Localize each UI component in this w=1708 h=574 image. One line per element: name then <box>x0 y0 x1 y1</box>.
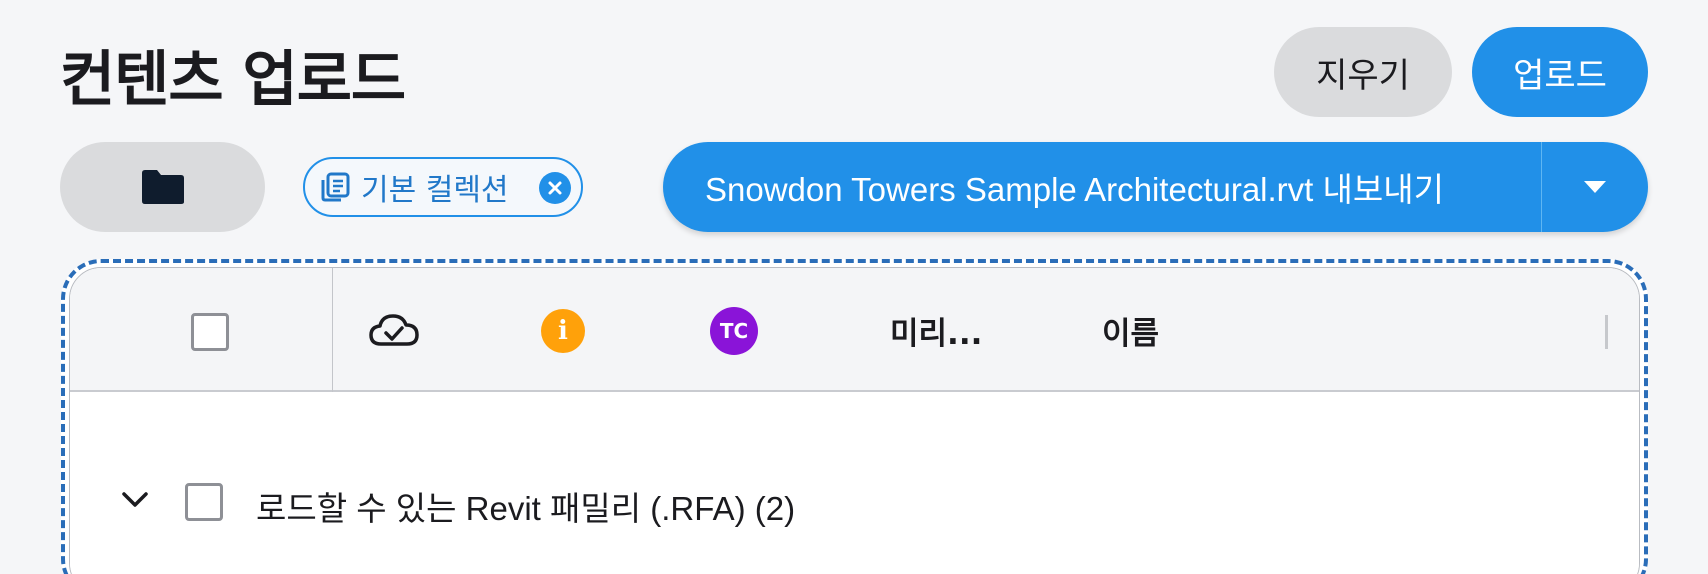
column-header-preview[interactable]: 미리... <box>890 308 982 353</box>
export-split-button: Snowdon Towers Sample Architectural.rvt … <box>663 142 1648 232</box>
select-all-checkbox[interactable] <box>191 313 229 351</box>
collection-icon <box>321 172 350 202</box>
page-title: 컨텐츠 업로드 <box>60 45 406 115</box>
cloud-check-icon[interactable] <box>367 308 421 356</box>
tc-badge-icon[interactable]: TC <box>710 307 758 355</box>
drop-zone[interactable]: i TC 미리... 이름 로드할 수 있는 Revit 패밀리 (.RFA) … <box>61 259 1648 574</box>
table-header: i TC 미리... 이름 <box>70 268 1639 392</box>
clear-button[interactable]: 지우기 <box>1274 27 1452 117</box>
column-divider <box>332 268 333 392</box>
chevron-down-icon[interactable] <box>120 490 150 514</box>
column-resize-handle[interactable] <box>1605 315 1608 349</box>
upload-button[interactable]: 업로드 <box>1472 27 1648 117</box>
group-checkbox[interactable] <box>185 483 223 521</box>
group-label: 로드할 수 있는 Revit 패밀리 (.RFA) (2) <box>256 490 796 527</box>
table-group-row[interactable]: 로드할 수 있는 Revit 패밀리 (.RFA) (2) <box>70 392 1639 574</box>
content-upload-page: 컨텐츠 업로드 지우기 업로드 기본 컬렉션 Snowdon Towers Sa… <box>0 0 1708 574</box>
column-header-name[interactable]: 이름 <box>1102 308 1159 353</box>
folder-button[interactable] <box>60 142 265 232</box>
file-table: i TC 미리... 이름 로드할 수 있는 Revit 패밀리 (.RFA) … <box>69 267 1640 574</box>
folder-icon <box>141 170 184 204</box>
export-dropdown-toggle[interactable] <box>1542 142 1648 232</box>
caret-down-icon <box>1584 181 1606 193</box>
info-icon[interactable]: i <box>541 309 585 353</box>
collection-chip[interactable]: 기본 컬렉션 <box>303 157 583 217</box>
collection-chip-label: 기본 컬렉션 <box>361 173 509 208</box>
export-button[interactable]: Snowdon Towers Sample Architectural.rvt … <box>663 163 1541 211</box>
close-icon[interactable] <box>539 172 571 204</box>
